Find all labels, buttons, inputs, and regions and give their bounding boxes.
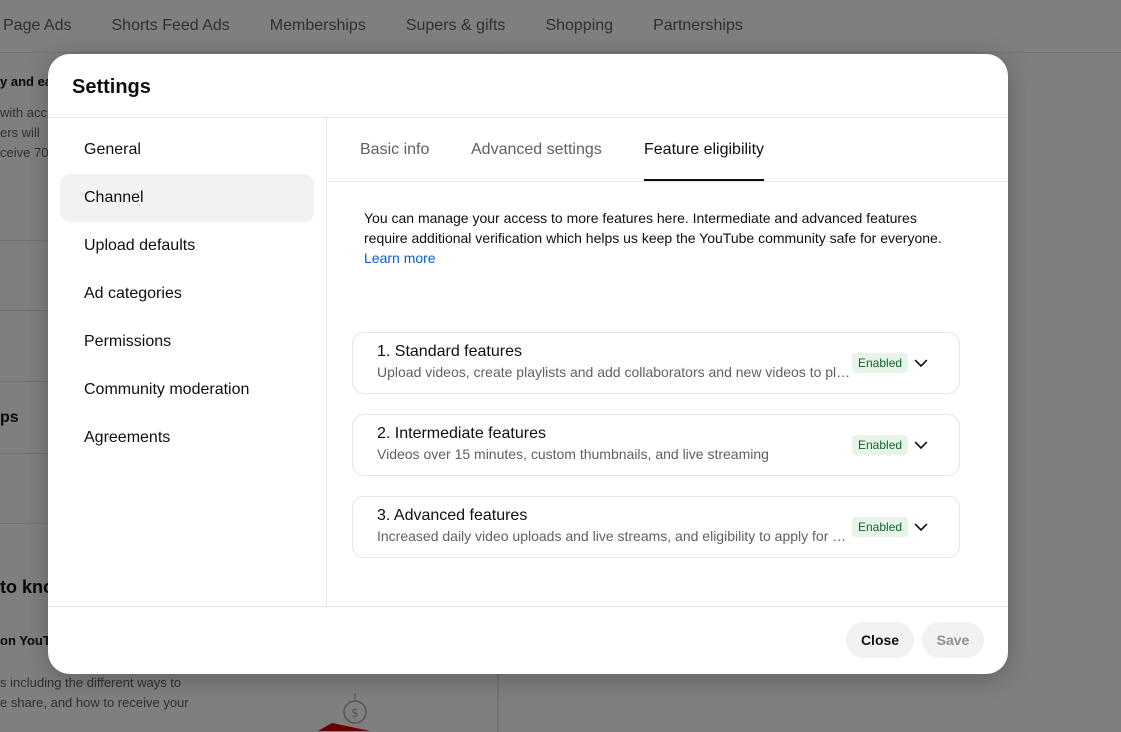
status-badge: Enabled	[852, 435, 909, 455]
tab-advanced-settings[interactable]: Advanced settings	[471, 118, 602, 181]
channel-tabs: Basic info Advanced settings Feature eli…	[328, 118, 1008, 182]
feature-title: 2. Intermediate features	[377, 425, 546, 442]
feature-standard[interactable]: 1. Standard features Upload videos, crea…	[352, 332, 960, 394]
tab-label: Basic info	[360, 140, 430, 158]
feature-advanced[interactable]: 3. Advanced features Increased daily vid…	[352, 496, 960, 558]
chevron-down-icon[interactable]	[911, 435, 931, 455]
sidebar-item-channel[interactable]: Channel	[60, 174, 314, 222]
tab-label: Advanced settings	[471, 140, 602, 158]
sidebar-item-label: Channel	[84, 189, 144, 206]
chevron-down-icon[interactable]	[911, 353, 931, 373]
sidebar-item-label: Ad categories	[84, 285, 182, 302]
settings-sidebar: General Channel Upload defaults Ad categ…	[48, 118, 327, 606]
tab-label: Feature eligibility	[644, 140, 765, 158]
feature-subtitle: Upload videos, create playlists and add …	[377, 364, 852, 380]
feature-subtitle: Increased daily video uploads and live s…	[377, 528, 852, 544]
sidebar-item-ad-categories[interactable]: Ad categories	[60, 270, 314, 318]
dialog-title: Settings	[72, 76, 151, 98]
active-tab-indicator	[644, 179, 765, 181]
feature-intermediate[interactable]: 2. Intermediate features Videos over 15 …	[352, 414, 960, 476]
feature-subtitle: Videos over 15 minutes, custom thumbnail…	[377, 446, 769, 462]
sidebar-item-label: Community moderation	[84, 381, 250, 398]
sidebar-item-label: Agreements	[84, 429, 171, 446]
settings-content: Basic info Advanced settings Feature eli…	[328, 118, 1008, 606]
feature-eligibility-description: You can manage your access to more featu…	[364, 208, 964, 268]
sidebar-item-general[interactable]: General	[60, 126, 314, 174]
tab-basic-info[interactable]: Basic info	[360, 118, 429, 181]
settings-dialog: Settings General Channel Upload defaults…	[48, 54, 1008, 674]
sidebar-item-upload-defaults[interactable]: Upload defaults	[60, 222, 314, 270]
learn-more-link[interactable]: Learn more	[364, 250, 436, 266]
sidebar-item-label: Permissions	[84, 333, 172, 350]
feature-title: 3. Advanced features	[377, 507, 528, 524]
status-badge: Enabled	[852, 353, 909, 373]
sidebar-item-label: General	[84, 141, 141, 158]
description-text: You can manage your access to more featu…	[364, 210, 942, 246]
chevron-down-icon[interactable]	[911, 517, 931, 537]
tab-feature-eligibility[interactable]: Feature eligibility	[644, 118, 765, 181]
sidebar-item-label: Upload defaults	[84, 237, 196, 254]
sidebar-item-agreements[interactable]: Agreements	[60, 414, 314, 462]
footer-divider	[48, 606, 1008, 607]
status-badge: Enabled	[852, 517, 909, 537]
feature-title: 1. Standard features	[377, 343, 522, 360]
save-button[interactable]: Save	[922, 622, 984, 658]
sidebar-item-community-moderation[interactable]: Community moderation	[60, 366, 314, 414]
sidebar-item-permissions[interactable]: Permissions	[60, 318, 314, 366]
close-button[interactable]: Close	[846, 622, 914, 658]
